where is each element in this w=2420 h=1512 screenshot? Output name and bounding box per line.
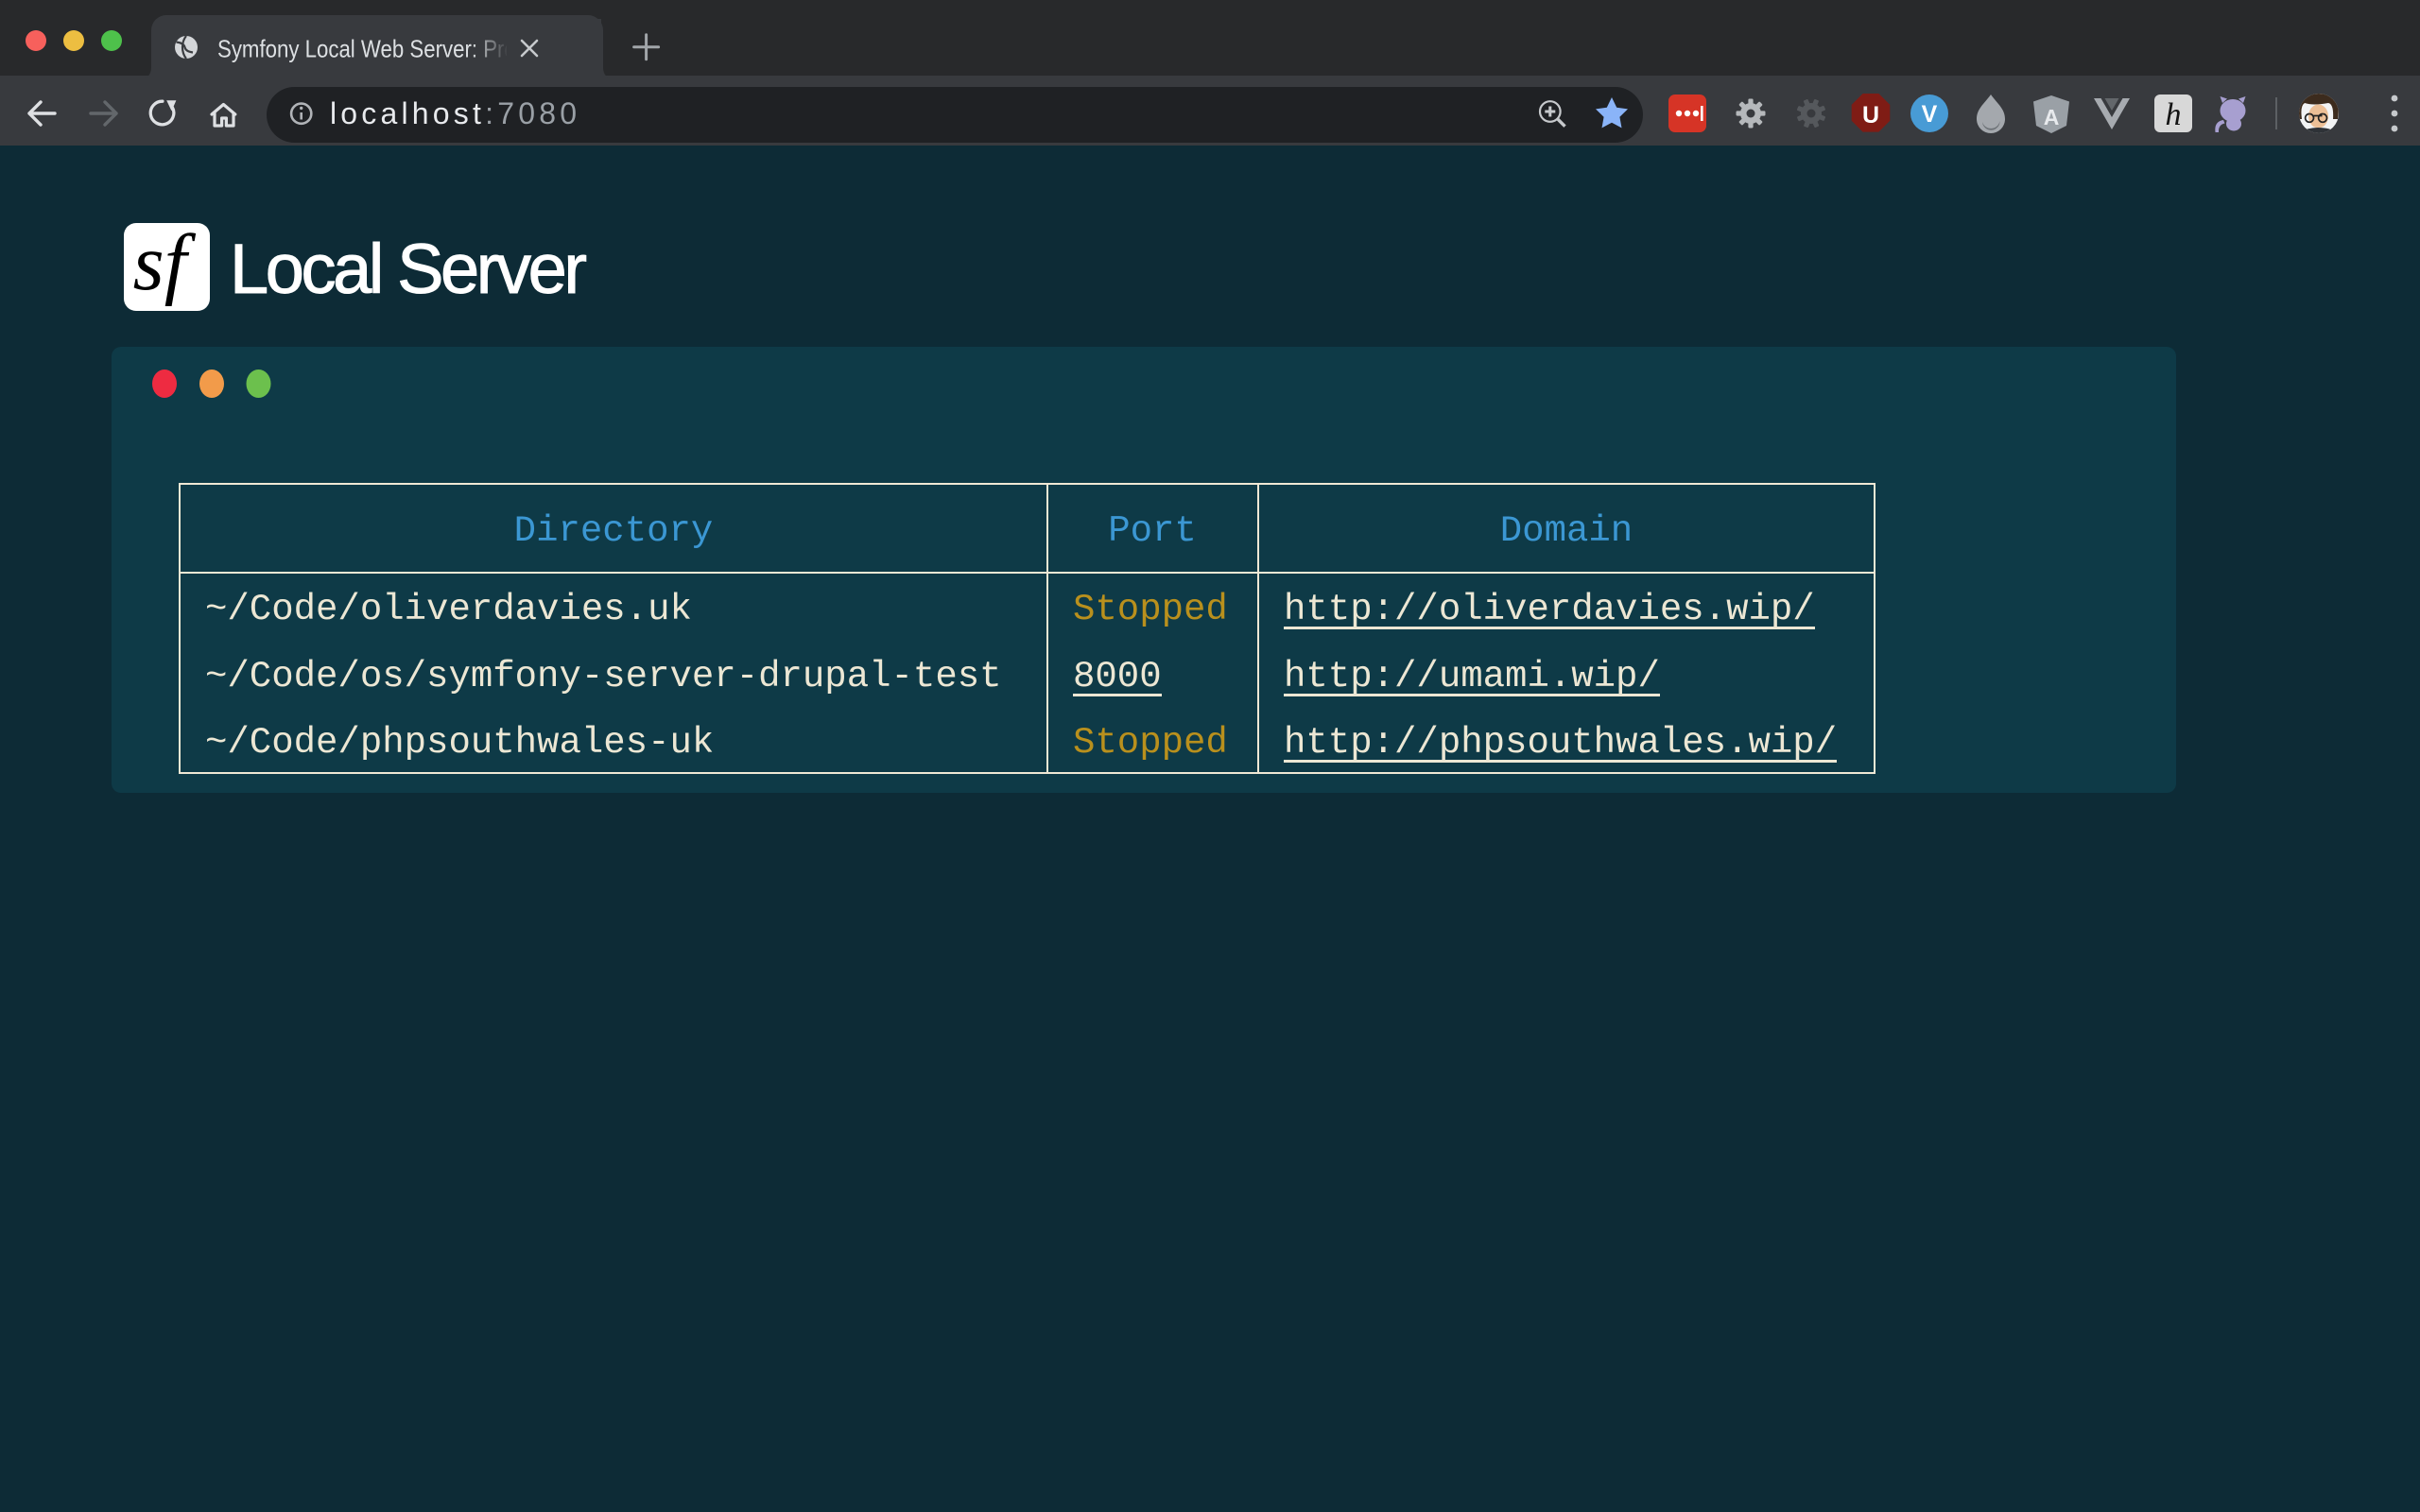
svg-text:8000: 8000 bbox=[1073, 656, 1162, 697]
svg-text:localhost:7080: localhost:7080 bbox=[330, 96, 580, 130]
svg-text:Local Server: Local Server bbox=[230, 230, 586, 308]
svg-text:~/Code/oliverdavies.uk: ~/Code/oliverdavies.uk bbox=[205, 589, 692, 630]
svg-text:~/Code/phpsouthwales-uk: ~/Code/phpsouthwales-uk bbox=[205, 722, 714, 764]
svg-text:Directory: Directory bbox=[514, 510, 714, 552]
svg-text:Stopped: Stopped bbox=[1073, 589, 1228, 630]
svg-text:Port: Port bbox=[1108, 510, 1197, 552]
svg-text:U: U bbox=[1862, 102, 1879, 129]
svg-text:Domain: Domain bbox=[1500, 510, 1633, 552]
svg-text:http://umami.wip/: http://umami.wip/ bbox=[1284, 656, 1660, 697]
svg-text:Stopped: Stopped bbox=[1073, 722, 1228, 764]
svg-text:http://phpsouthwales.wip/: http://phpsouthwales.wip/ bbox=[1284, 722, 1837, 764]
svg-text:V: V bbox=[1922, 101, 1938, 128]
svg-text:h: h bbox=[2166, 97, 2182, 132]
svg-text:http://oliverdavies.wip/: http://oliverdavies.wip/ bbox=[1284, 589, 1815, 630]
svg-text:A: A bbox=[2044, 105, 2060, 129]
svg-text:~/Code/os/symfony-server-drupa: ~/Code/os/symfony-server-drupal-test bbox=[205, 656, 1002, 697]
